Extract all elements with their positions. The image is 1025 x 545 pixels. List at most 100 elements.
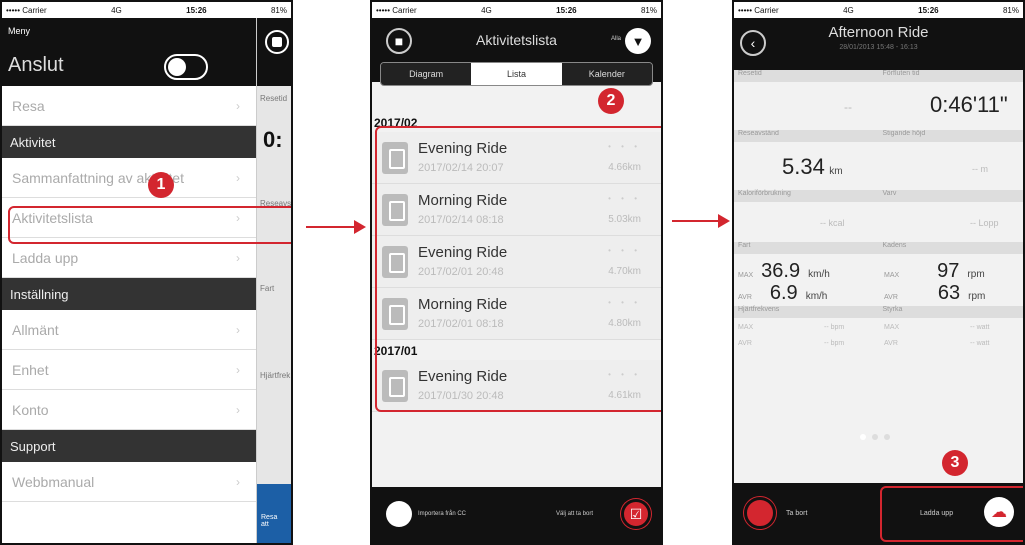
bg-restid: Resetid (260, 94, 288, 103)
menu-item-label: Webbmanual (12, 473, 95, 490)
menu-item[interactable]: Sammanfattning av aktivitet › (2, 158, 256, 198)
screen-menu: ••••• Carrier 4G 15:26 81% Resetid 0: Re… (0, 0, 293, 545)
restid-value: -- (844, 100, 852, 114)
chevron-right-icon: › (236, 322, 240, 337)
stig-label: Stigande höjd (882, 130, 926, 137)
menu-section: Aktivitet (2, 126, 256, 158)
menu-list: Resa › Aktivitet Sammanfattning av aktivite… (2, 86, 256, 502)
status-bar: ••••• Carrier 4G 15:26 81% (372, 2, 661, 18)
reseavst-unit: km (829, 166, 843, 177)
sty-avr-value: -- watt (970, 340, 990, 347)
ride-subtitle: 28/01/2013 15:48 - 16:13 (839, 44, 918, 51)
kad-max-label: MAX (884, 272, 900, 279)
hjart-label: Hjärtfrekvens (738, 306, 780, 313)
restid-label: Resetid (738, 70, 762, 77)
arrow-2 (672, 214, 730, 228)
fortid-label: Förfluten tid (882, 70, 920, 77)
background-screen: Resetid 0: Reseavst Fart Hjärtfrek Resa … (256, 18, 291, 543)
fart-max-label: MAX (738, 272, 754, 279)
kad-avr-value: 63 (937, 282, 961, 304)
hjart-max-label: MAX (738, 324, 754, 331)
network-text: 4G (843, 5, 854, 15)
tab-lista[interactable]: Lista (471, 63, 562, 85)
hjart-avr-label: AVR (738, 340, 752, 347)
highlight-ride-list (375, 126, 661, 412)
menu-item[interactable]: Enhet › (2, 350, 256, 390)
kad-unit-2: rpm (968, 291, 986, 302)
network-text: 4G (111, 5, 122, 15)
fart-label: Fart (738, 242, 751, 249)
kad-avr-label: AVR (884, 294, 898, 301)
fart-max-value: 36.9 (761, 260, 801, 282)
delete-label[interactable]: Ta bort (786, 510, 807, 517)
menu-icon (265, 30, 289, 54)
import-label[interactable]: Importera från CC (418, 511, 466, 517)
row-label-3: Kaloriförbrukning Varv (734, 190, 1023, 202)
screen-activity-list: ••••• Carrier 4G 15:26 81% ■ Aktivitetsl… (370, 0, 663, 545)
menu-item[interactable]: Konto › (2, 390, 256, 430)
header: ■ Aktivitetslista Alla ▼ Diagram Lista K… (372, 18, 661, 86)
fart-avr-label: AVR (738, 294, 752, 301)
menu-section: Inställning (2, 278, 256, 310)
chevron-right-icon: › (236, 474, 240, 489)
bg-fart: Fart (260, 284, 275, 293)
battery-text: 81% (270, 5, 287, 15)
network-text: 4G (481, 5, 492, 15)
styrka-label: Styrka (882, 306, 903, 313)
row-label-4: Fart Kadens (734, 242, 1023, 254)
menu-item-label: Ladda upp (12, 249, 79, 266)
time-text: 15:26 (186, 5, 207, 15)
time-text: 15:26 (556, 5, 577, 15)
bg-value: 0: (263, 127, 283, 152)
header: ‹ Afternoon Ride 28/01/2013 15:48 - 16:1… (734, 18, 1023, 70)
status-bar: ••••• Carrier 4G 15:26 81% (2, 2, 291, 18)
connect-label: Anslut (8, 54, 64, 76)
view-tabs: Diagram Lista Kalender (380, 62, 653, 86)
bg-hjart: Hjärtfrek (260, 371, 291, 380)
menu-item[interactable]: Resa › (2, 86, 256, 126)
tab-kalender[interactable]: Kalender (561, 63, 652, 85)
ride-title: Afternoon Ride (828, 24, 929, 41)
menu-section: Support (2, 430, 256, 462)
time-text: 15:26 (918, 5, 939, 15)
menu-item-label: Resa (12, 97, 45, 114)
menu-item[interactable]: Allmänt › (2, 310, 256, 350)
kal-label: Kaloriförbrukning (738, 190, 791, 197)
menu-item-label: Enhet (12, 361, 49, 378)
carrier-text: ••••• Carrier (6, 5, 47, 15)
row-label-2: Reseavstånd Stigande höjd (734, 130, 1023, 142)
stig-value: -- m (972, 164, 988, 174)
bg-blue-button: Resa att (257, 484, 291, 543)
filter-icon[interactable]: ▼ (625, 28, 651, 54)
battery-text: 81% (1002, 5, 1019, 15)
arrow-1 (306, 220, 366, 234)
tab-diagram[interactable]: Diagram (381, 63, 472, 85)
page-dots (860, 434, 890, 440)
reseavst-value: 5.34 (782, 154, 825, 179)
menu-item[interactable]: Webbmanual › (2, 462, 256, 502)
highlight-upload (880, 486, 1023, 542)
chevron-right-icon: › (236, 362, 240, 377)
row-label-1: Resetid Förfluten tid (734, 70, 1023, 82)
import-icon[interactable] (386, 501, 412, 527)
reseavst-label: Reseavstånd (738, 130, 779, 137)
menu-title: Meny (8, 26, 31, 36)
footer-bar: Importera från CC Välj att ta bort ☑ (372, 487, 661, 543)
select-delete-icon[interactable]: ☑ (621, 499, 651, 529)
menu-item-label: Konto (12, 401, 49, 418)
kadens-label: Kadens (882, 242, 907, 249)
kad-unit: rpm (967, 269, 985, 280)
filter-label: Alla (610, 36, 621, 42)
sty-avr-label: AVR (884, 340, 898, 347)
trash-icon[interactable] (744, 497, 776, 529)
carrier-text: ••••• Carrier (738, 5, 779, 15)
connect-toggle[interactable] (164, 54, 208, 80)
marker-3: 3 (942, 450, 968, 476)
delete-select-label[interactable]: Välj att ta bort (556, 511, 593, 517)
marker-2: 2 (598, 88, 624, 114)
marker-1: 1 (148, 172, 174, 198)
menu-item[interactable]: Ladda upp › (2, 238, 256, 278)
fart-unit: km/h (808, 269, 830, 280)
fart-unit-2: km/h (805, 291, 828, 302)
carrier-text: ••••• Carrier (376, 5, 417, 15)
